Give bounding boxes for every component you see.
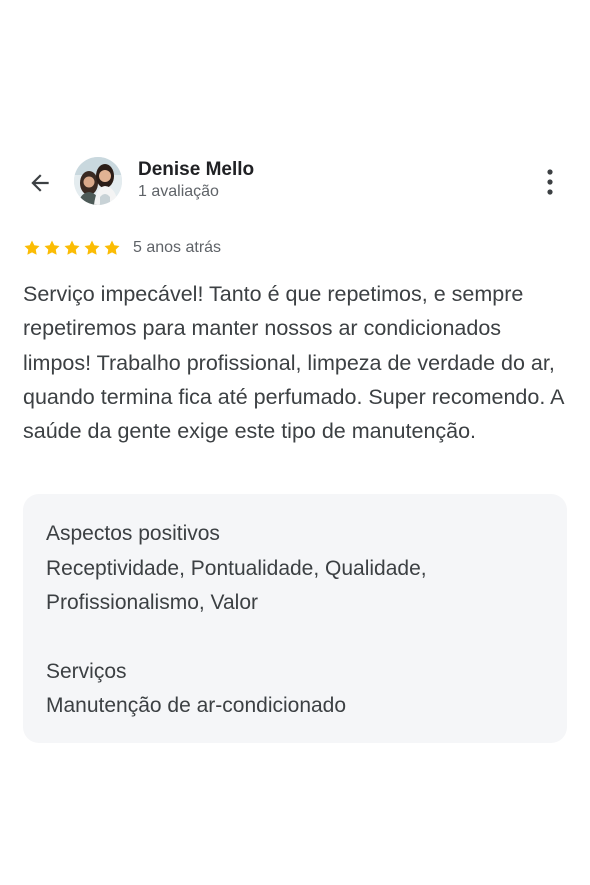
star-icon — [24, 240, 40, 255]
review-header: Denise Mello 1 avaliação — [0, 152, 590, 212]
review-time: 5 anos atrás — [133, 239, 222, 256]
back-button[interactable] — [22, 165, 58, 201]
star-icon — [44, 240, 60, 255]
star-icon — [84, 240, 100, 255]
star-icon — [104, 240, 120, 255]
star-icon — [64, 240, 80, 255]
avatar-photo — [74, 157, 122, 205]
services-heading: Serviços — [46, 660, 127, 683]
reviewer-name[interactable]: Denise Mello — [138, 159, 254, 181]
more-options-button[interactable] — [532, 164, 568, 200]
reviewer-review-count: 1 avaliação — [138, 183, 219, 200]
review-text: Serviço impecável! Tanto é que repetimos… — [23, 282, 564, 444]
rating-row: 5 anos atrás — [23, 236, 221, 260]
star-rating — [23, 239, 121, 257]
services-value: Manutenção de ar-condicionado — [46, 694, 347, 717]
more-vert-icon — [547, 169, 553, 195]
avatar[interactable] — [74, 157, 122, 205]
positive-aspects-heading: Aspectos positivos — [46, 522, 220, 545]
positive-aspects-value: Receptividade, Pontualidade, Qualidade, … — [46, 557, 427, 614]
review-details-card: Aspectos positivos Receptividade, Pontua… — [23, 494, 567, 743]
arrow-back-icon — [31, 174, 49, 192]
